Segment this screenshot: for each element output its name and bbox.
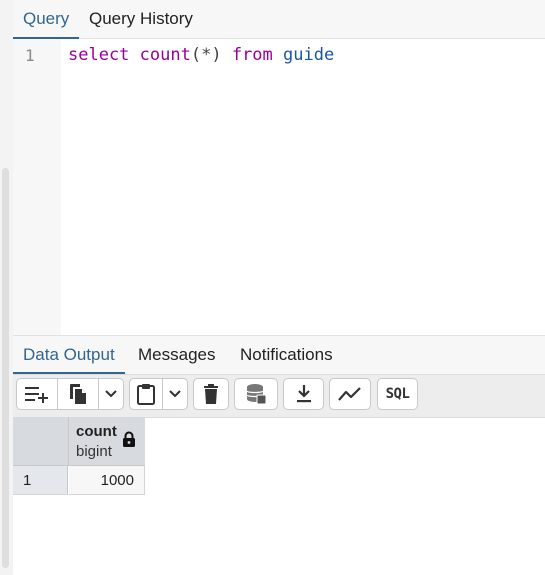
paste-options-button[interactable] bbox=[163, 378, 188, 410]
output-tabs: Data Output Messages Notifications bbox=[13, 335, 545, 374]
delete-button[interactable] bbox=[193, 378, 229, 410]
chevron-down-icon bbox=[105, 390, 117, 398]
sql-button[interactable]: SQL bbox=[377, 378, 418, 410]
tab-query-history[interactable]: Query History bbox=[79, 0, 203, 38]
table-cell-count[interactable]: 1000 bbox=[69, 466, 145, 495]
delete-icon bbox=[204, 384, 218, 404]
save-data-icon bbox=[246, 384, 267, 405]
line-number: 1 bbox=[25, 46, 35, 65]
tab-notifications[interactable]: Notifications bbox=[230, 336, 343, 374]
table-name: guide bbox=[283, 45, 335, 65]
grid-corner[interactable] bbox=[13, 417, 69, 466]
row-number[interactable]: 1 bbox=[13, 466, 68, 495]
add-row-icon bbox=[25, 387, 48, 403]
function-count: count bbox=[139, 45, 191, 65]
download-icon bbox=[296, 385, 311, 403]
editor-tabs: Query Query History bbox=[13, 0, 545, 39]
download-button[interactable] bbox=[283, 378, 324, 410]
tab-query[interactable]: Query bbox=[13, 0, 80, 39]
line-gutter: 1 bbox=[13, 39, 61, 335]
query-editor[interactable]: 1 select count(*) from guide bbox=[13, 39, 545, 335]
keyword-from: from bbox=[231, 45, 273, 65]
save-data-button[interactable] bbox=[234, 378, 278, 410]
data-output-toolbar: SQL bbox=[13, 374, 545, 418]
lock-icon bbox=[123, 431, 135, 447]
left-scrollbar[interactable] bbox=[2, 168, 9, 568]
copy-options-button[interactable] bbox=[99, 378, 124, 410]
add-row-button[interactable] bbox=[16, 378, 58, 410]
graph-visualiser-button[interactable] bbox=[329, 378, 371, 410]
copy-icon bbox=[70, 384, 86, 404]
graph-icon bbox=[338, 387, 361, 401]
paste-button[interactable] bbox=[129, 378, 163, 410]
tab-data-output[interactable]: Data Output bbox=[13, 336, 125, 374]
keyword-select: select bbox=[68, 45, 130, 65]
chevron-down-icon bbox=[169, 390, 181, 398]
tab-messages[interactable]: Messages bbox=[128, 336, 225, 374]
paste-icon bbox=[137, 384, 155, 405]
column-header-count[interactable]: count bigint bbox=[69, 417, 145, 466]
sql-label: SQL bbox=[385, 386, 410, 402]
column-name: count bbox=[76, 423, 117, 440]
function-args: (*) bbox=[190, 45, 222, 65]
query-text[interactable]: select count(*) from guide bbox=[68, 45, 334, 65]
copy-button[interactable] bbox=[58, 378, 99, 410]
column-type: bigint bbox=[76, 443, 112, 460]
